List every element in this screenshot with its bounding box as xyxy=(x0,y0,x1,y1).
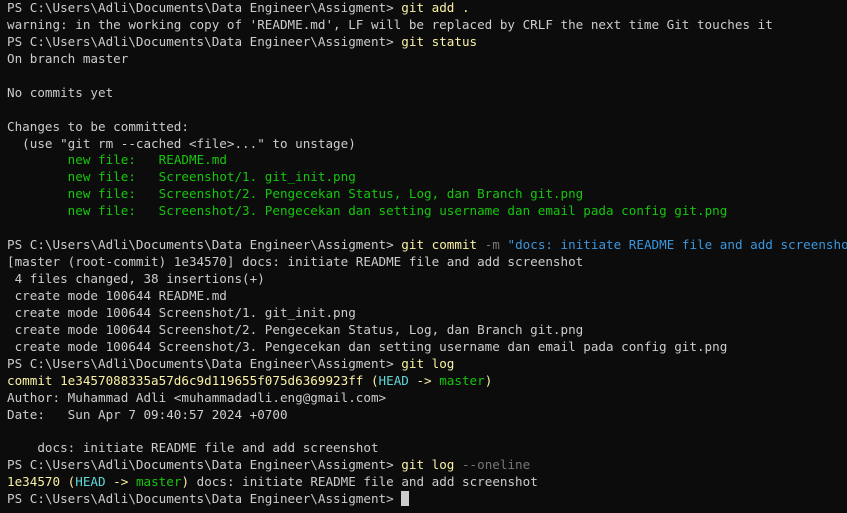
command-flag: -m xyxy=(484,237,500,253)
staged-file-line: new file: Screenshot/2. Pengecekan Statu… xyxy=(7,186,847,203)
active-prompt-line[interactable]: PS C:\Users\Adli\Documents\Data Engineer… xyxy=(7,491,847,508)
file-status: new file: xyxy=(7,169,159,185)
command-name: git xyxy=(401,355,425,371)
command-name: git xyxy=(401,237,425,253)
command-args: commit xyxy=(431,237,478,253)
file-status: new file: xyxy=(7,203,159,219)
command-args: status xyxy=(431,33,478,49)
terminal-line: PS C:\Users\Adli\Documents\Data Engineer… xyxy=(7,237,847,254)
terminal-window[interactable]: PS C:\Users\Adli\Documents\Data Engineer… xyxy=(0,0,847,508)
ref-close: ) xyxy=(484,372,493,388)
head-ref: HEAD xyxy=(378,372,409,388)
file-status: new file: xyxy=(7,152,159,168)
log-date: Date: Sun Apr 7 09:40:57 2024 +0700 xyxy=(7,406,288,422)
terminal-line: PS C:\Users\Adli\Documents\Data Engineer… xyxy=(7,0,847,17)
staged-file-line: new file: Screenshot/3. Pengecekan dan s… xyxy=(7,203,847,220)
text-cursor[interactable] xyxy=(401,491,410,507)
prompt: PS C:\Users\Adli\Documents\Data Engineer… xyxy=(7,355,394,371)
unstage-hint: (use "git rm --cached <file>..." to unst… xyxy=(7,135,356,151)
file-path: Screenshot/1. git_init.png xyxy=(158,169,356,185)
commit-message-string: "docs: initiate README file and add scre… xyxy=(507,237,847,253)
create-mode-line: create mode 100644 Screenshot/3. Pengece… xyxy=(7,338,728,354)
command-args: log xyxy=(431,457,455,473)
no-commits-line: No commits yet xyxy=(7,84,114,100)
command-name: git xyxy=(401,457,425,473)
create-mode-line: create mode 100644 Screenshot/2. Pengece… xyxy=(7,321,584,337)
branch-line: On branch master xyxy=(7,50,129,66)
oneline-log: 1e34570 (HEAD -> master) docs: initiate … xyxy=(7,474,847,491)
prompt: PS C:\Users\Adli\Documents\Data Engineer… xyxy=(7,491,394,507)
branch-ref: master xyxy=(439,372,485,388)
command-name: git xyxy=(401,0,425,15)
ref-arrow: -> xyxy=(105,474,136,490)
command-args: log xyxy=(431,355,455,371)
log-message: docs: initiate README file and add scree… xyxy=(7,440,379,456)
changes-header: Changes to be committed: xyxy=(7,118,189,134)
file-path: Screenshot/3. Pengecekan dan setting use… xyxy=(158,203,728,219)
file-path: Screenshot/2. Pengecekan Status, Log, da… xyxy=(158,186,584,202)
ref-open: ( xyxy=(60,474,76,490)
staged-file-line: new file: Screenshot/1. git_init.png xyxy=(7,169,847,186)
warning-line: warning: in the working copy of 'README.… xyxy=(7,16,773,32)
branch-ref: master xyxy=(135,474,182,490)
file-path: README.md xyxy=(158,152,227,168)
command-flag: --oneline xyxy=(461,457,531,473)
terminal-line: PS C:\Users\Adli\Documents\Data Engineer… xyxy=(7,356,847,373)
oneline-message: docs: initiate README file and add scree… xyxy=(189,474,538,490)
prompt: PS C:\Users\Adli\Documents\Data Engineer… xyxy=(7,33,394,49)
commit-hash-prefix: commit 1e3457088335a57d6c9d119655f075d63… xyxy=(7,372,379,388)
command-name: git xyxy=(401,33,425,49)
ref-close: ) xyxy=(181,474,190,490)
commit-result: [master (root-commit) 1e34570] docs: ini… xyxy=(7,254,584,270)
prompt: PS C:\Users\Adli\Documents\Data Engineer… xyxy=(7,457,394,473)
ref-arrow: -> xyxy=(408,372,440,388)
prompt: PS C:\Users\Adli\Documents\Data Engineer… xyxy=(7,237,394,253)
commit-stats: 4 files changed, 38 insertions(+) xyxy=(7,271,265,286)
file-status: new file: xyxy=(7,186,159,202)
create-mode-line: create mode 100644 Screenshot/1. git_ini… xyxy=(7,304,356,320)
short-hash: 1e34570 xyxy=(7,474,61,490)
prompt: PS C:\Users\Adli\Documents\Data Engineer… xyxy=(7,0,394,15)
log-author: Author: Muhammad Adli <muhammadadli.eng@… xyxy=(7,389,387,405)
command-args: add . xyxy=(431,0,470,15)
log-commit-line: commit 1e3457088335a57d6c9d119655f075d63… xyxy=(7,373,847,390)
terminal-line: PS C:\Users\Adli\Documents\Data Engineer… xyxy=(7,457,847,474)
terminal-line: PS C:\Users\Adli\Documents\Data Engineer… xyxy=(7,34,847,51)
staged-file-line: new file: README.md xyxy=(7,152,847,169)
head-ref: HEAD xyxy=(75,474,106,490)
create-mode-line: create mode 100644 README.md xyxy=(7,287,227,303)
